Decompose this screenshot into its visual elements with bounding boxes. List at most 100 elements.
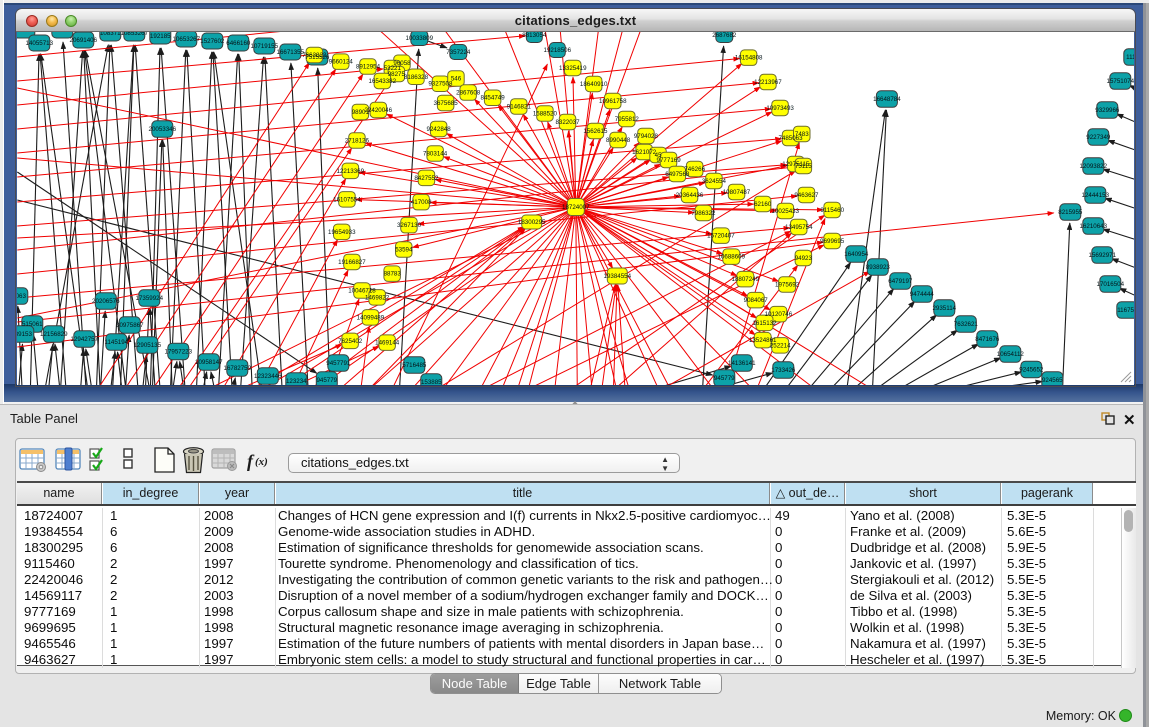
- svg-text:19218506: 19218506: [544, 47, 572, 54]
- svg-text:1562615: 1562615: [583, 128, 608, 135]
- svg-text:10853267: 10853267: [121, 32, 149, 37]
- svg-text:7632621: 7632621: [954, 321, 979, 328]
- svg-text:1615132: 1615132: [752, 320, 777, 327]
- svg-text:10025433: 10025433: [772, 208, 800, 215]
- svg-text:9245652: 9245652: [1019, 367, 1044, 374]
- svg-text:515061: 515061: [22, 321, 43, 328]
- svg-text:1640954: 1640954: [844, 251, 869, 258]
- svg-text:20557: 20557: [54, 32, 72, 34]
- svg-text:98275: 98275: [388, 71, 406, 78]
- svg-text:20206576: 20206576: [92, 298, 120, 305]
- svg-text:15692971: 15692971: [1089, 252, 1117, 259]
- svg-text:12213369: 12213369: [337, 168, 365, 175]
- svg-text:f: f: [247, 451, 255, 471]
- svg-text:39153: 39153: [17, 331, 32, 338]
- svg-text:924565: 924565: [1042, 377, 1063, 384]
- svg-text:12444153: 12444153: [1082, 192, 1110, 199]
- svg-text:13495754: 13495754: [785, 224, 813, 231]
- svg-text:10653267: 10653267: [173, 36, 201, 43]
- svg-text:30975867: 30975867: [116, 322, 144, 329]
- svg-text:26063: 26063: [17, 293, 26, 300]
- svg-text:3624554: 3624554: [702, 178, 727, 185]
- svg-text:9242848: 9242848: [427, 126, 452, 133]
- svg-text:12323446: 12323446: [254, 373, 282, 380]
- svg-text:8471676: 8471676: [975, 336, 1000, 343]
- svg-text:1588520: 1588520: [533, 110, 558, 117]
- svg-text:12942757: 12942757: [71, 336, 99, 343]
- svg-text:9660124: 9660124: [329, 59, 354, 66]
- svg-text:2718126: 2718126: [345, 138, 370, 145]
- svg-text:8427552: 8427552: [414, 175, 439, 182]
- svg-text:1469822: 1469822: [365, 294, 390, 301]
- svg-text:1469144: 1469144: [375, 340, 400, 347]
- svg-text:94923: 94923: [795, 255, 813, 262]
- svg-text:546: 546: [451, 76, 462, 83]
- svg-text:9474444: 9474444: [910, 291, 935, 298]
- svg-text:252214: 252214: [770, 342, 791, 349]
- svg-text:8813054: 8813054: [522, 32, 547, 39]
- svg-text:6479197: 6479197: [888, 278, 913, 285]
- svg-text:13325419: 13325419: [559, 65, 587, 72]
- svg-text:12905135: 12905135: [134, 342, 162, 349]
- svg-text:7955812: 7955812: [615, 116, 640, 123]
- svg-text:8215955: 8215955: [1058, 209, 1083, 216]
- svg-text:20364436: 20364436: [676, 192, 704, 199]
- svg-text:(x): (x): [255, 456, 268, 468]
- svg-text:1621072: 1621072: [632, 149, 657, 156]
- svg-text:10719155: 10719155: [251, 43, 279, 50]
- svg-text:153885: 153885: [421, 379, 442, 385]
- svg-text:10033809: 10033809: [406, 35, 434, 42]
- svg-text:17359924: 17359924: [136, 295, 164, 302]
- svg-text:15720407: 15720407: [707, 233, 735, 240]
- svg-text:16671355: 16671355: [277, 49, 305, 56]
- svg-text:18300295: 18300295: [518, 219, 546, 226]
- svg-text:9327508: 9327508: [428, 81, 453, 88]
- svg-text:7625402: 7625402: [338, 338, 363, 345]
- svg-text:7663822: 7663822: [302, 52, 327, 59]
- svg-text:945779: 945779: [316, 377, 337, 384]
- svg-text:6466160: 6466160: [226, 40, 251, 47]
- svg-text:9146821: 9146821: [507, 103, 532, 110]
- svg-text:10958147: 10958147: [195, 359, 223, 366]
- svg-text:9084067: 9084067: [744, 297, 769, 304]
- svg-text:192185: 192185: [150, 33, 171, 40]
- svg-text:10973493: 10973493: [766, 105, 794, 112]
- svg-text:22420046: 22420046: [365, 107, 393, 114]
- svg-text:88783: 88783: [384, 271, 402, 278]
- svg-text:2687682: 2687682: [712, 32, 737, 39]
- svg-text:9699695: 9699695: [820, 238, 845, 245]
- svg-text:16648784: 16648784: [873, 96, 901, 103]
- svg-text:16543382: 16543382: [369, 78, 397, 85]
- svg-text:945779: 945779: [714, 375, 735, 382]
- svg-text:16210643: 16210643: [1080, 223, 1108, 230]
- svg-text:14136141: 14136141: [728, 360, 756, 367]
- svg-text:20691406: 20691406: [70, 37, 98, 44]
- svg-text:7986322: 7986322: [691, 210, 716, 217]
- svg-text:12213967: 12213967: [754, 79, 782, 86]
- svg-text:8454749: 8454749: [481, 95, 506, 102]
- svg-text:75115: 75115: [795, 163, 812, 170]
- svg-text:19654933: 19654933: [328, 229, 356, 236]
- svg-text:8322037: 8322037: [555, 119, 580, 126]
- svg-text:16154808: 16154808: [735, 55, 763, 62]
- svg-text:108371: 108371: [100, 32, 121, 37]
- svg-text:14099489: 14099489: [357, 314, 385, 321]
- svg-text:3267130: 3267130: [397, 222, 422, 229]
- svg-text:17957223: 17957223: [165, 349, 193, 356]
- svg-text:3675685: 3675685: [434, 100, 459, 107]
- svg-text:1733426: 1733426: [771, 367, 796, 374]
- svg-text:18640910: 18640910: [580, 81, 608, 88]
- svg-text:62160: 62160: [754, 201, 772, 208]
- svg-text:2867608: 2867608: [456, 90, 481, 97]
- svg-text:15751074: 15751074: [1107, 78, 1134, 85]
- svg-text:1145194: 1145194: [104, 339, 128, 346]
- svg-text:11123: 11123: [1126, 54, 1134, 61]
- svg-text:18724007: 18724007: [562, 204, 590, 211]
- svg-text:9463627: 9463627: [794, 192, 819, 199]
- svg-text:10688609: 10688609: [718, 254, 746, 261]
- svg-text:123234: 123234: [286, 378, 307, 385]
- svg-text:53594: 53594: [395, 247, 413, 254]
- svg-text:8186328: 8186328: [404, 74, 429, 81]
- svg-text:19166827: 19166827: [338, 259, 366, 266]
- svg-text:9777169: 9777169: [657, 157, 682, 164]
